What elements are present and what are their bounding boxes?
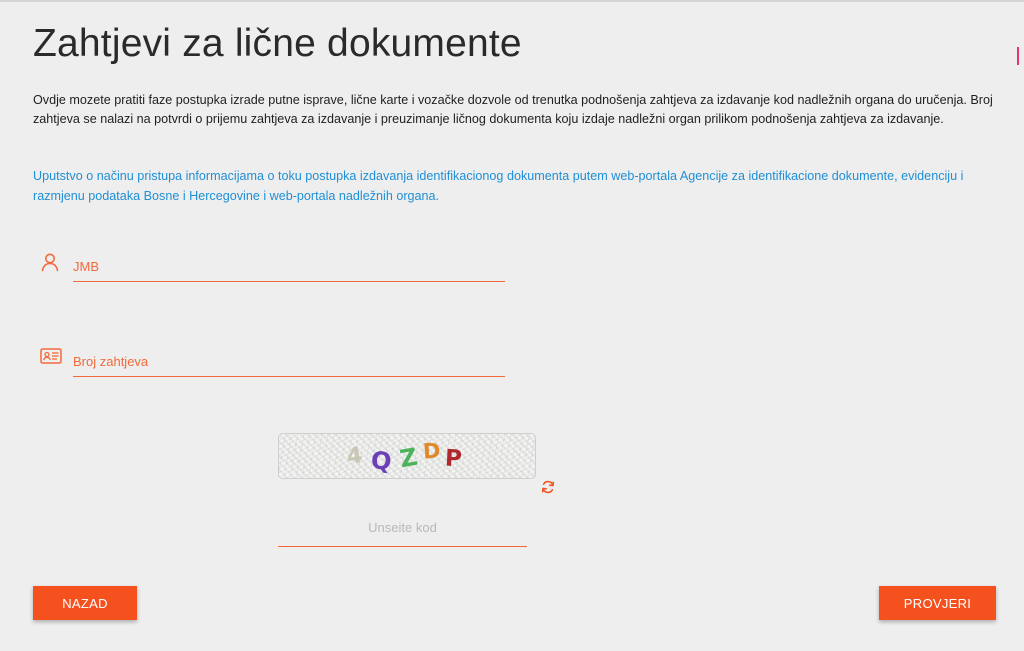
captcha-char: D: [422, 438, 441, 463]
side-accent-marker: [1017, 47, 1019, 65]
user-icon: [40, 252, 64, 272]
broj-zahtjeva-field: [40, 347, 505, 379]
captcha-char: P: [444, 446, 462, 473]
captcha-char: 4: [345, 443, 364, 470]
jmb-field: [40, 252, 505, 284]
captcha-code-input[interactable]: [278, 509, 527, 547]
refresh-captcha-icon[interactable]: [541, 480, 555, 494]
guide-link[interactable]: Uputstvo o načinu pristupa informacijama…: [33, 166, 993, 206]
back-button[interactable]: NAZAD: [33, 586, 137, 620]
page-title: Zahtjevi za lične dokumente: [33, 22, 522, 66]
check-button[interactable]: PROVJERI: [879, 586, 996, 620]
intro-text: Ovdje mozete pratiti faze postupka izrad…: [33, 91, 993, 129]
broj-zahtjeva-input[interactable]: [73, 347, 505, 377]
jmb-input[interactable]: [73, 252, 505, 282]
id-card-icon: [40, 347, 64, 367]
captcha-image: 4 Q Z D P: [278, 433, 536, 479]
captcha-char: Q: [370, 446, 393, 476]
page: Zahtjevi za lične dokumente Ovdje mozete…: [0, 0, 1024, 651]
captcha-char: Z: [398, 443, 420, 474]
